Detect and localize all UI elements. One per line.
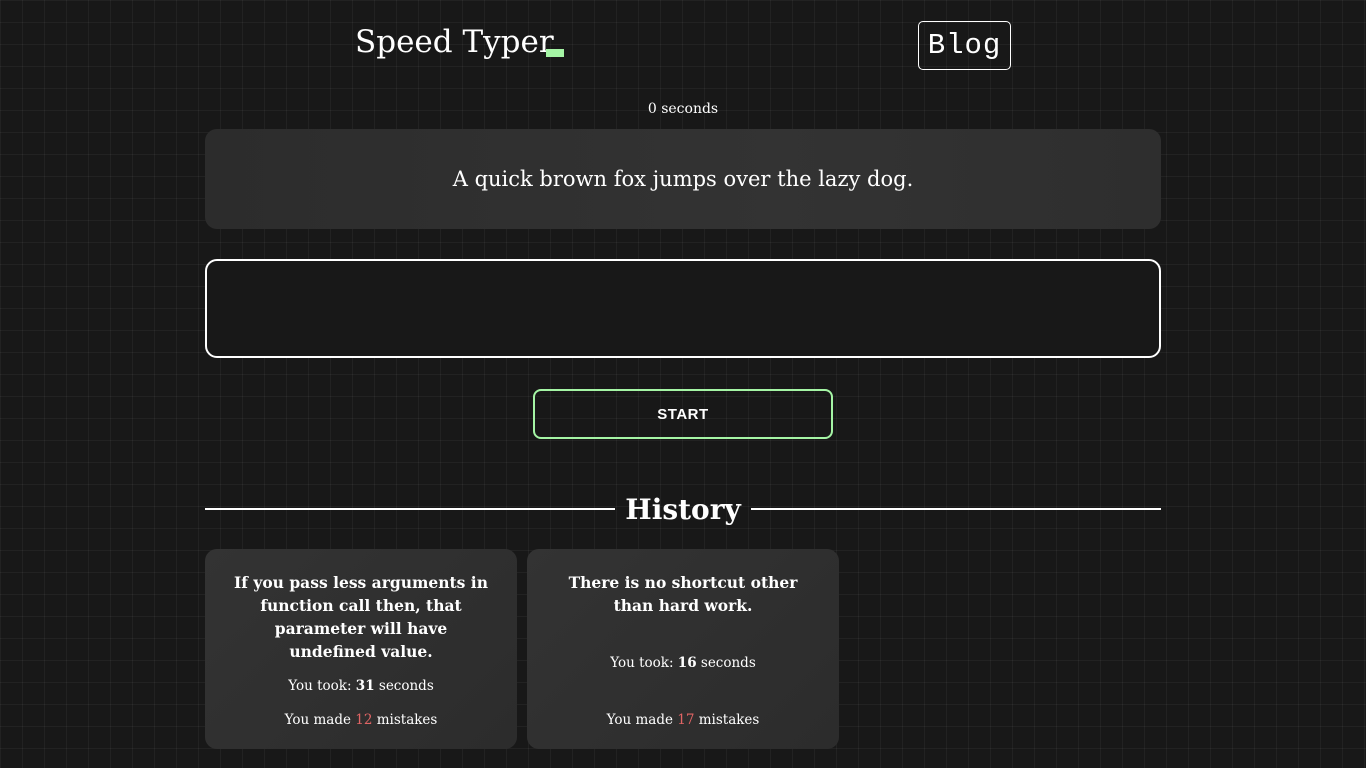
time-prefix: You took: — [288, 678, 356, 694]
target-quote: A quick brown fox jumps over the lazy do… — [205, 129, 1161, 229]
history-card-mistakes: You made 12 mistakes — [205, 710, 517, 730]
mistakes-prefix: You made — [606, 712, 678, 728]
history-card: If you pass less arguments in function c… — [205, 549, 517, 749]
history-title: History — [625, 493, 741, 526]
mistakes-suffix: mistakes — [372, 712, 438, 728]
time-suffix: seconds — [374, 678, 434, 694]
time-seconds-value: 31 — [355, 678, 375, 694]
history-card-mistakes: You made 17 mistakes — [527, 710, 839, 730]
mistakes-suffix: mistakes — [694, 712, 760, 728]
logo-cursor-block — [546, 49, 564, 57]
time-prefix: You took: — [610, 655, 678, 671]
history-card: There is no shortcut other than hard wor… — [527, 549, 839, 749]
time-seconds-value: 16 — [677, 655, 697, 671]
mistakes-count-value: 12 — [355, 712, 373, 728]
history-header: History — [205, 490, 1161, 530]
start-button[interactable]: START — [533, 389, 833, 439]
mistakes-count-value: 17 — [677, 712, 695, 728]
history-card-quote: There is no shortcut other than hard wor… — [568, 573, 798, 615]
history-card-time: You took: 31 seconds — [205, 676, 517, 696]
blog-link[interactable]: Blog — [918, 21, 1011, 70]
history-card-quote: If you pass less arguments in function c… — [234, 573, 488, 661]
target-quote-text: A quick brown fox jumps over the lazy do… — [452, 167, 914, 191]
history-card-time: You took: 16 seconds — [527, 653, 839, 673]
mistakes-prefix: You made — [284, 712, 356, 728]
typing-input[interactable] — [205, 259, 1161, 358]
time-suffix: seconds — [696, 655, 756, 671]
timer-display: 0 seconds — [647, 101, 719, 117]
app-logo[interactable]: Speed Typer — [355, 22, 554, 62]
history-divider-right — [751, 508, 1161, 510]
